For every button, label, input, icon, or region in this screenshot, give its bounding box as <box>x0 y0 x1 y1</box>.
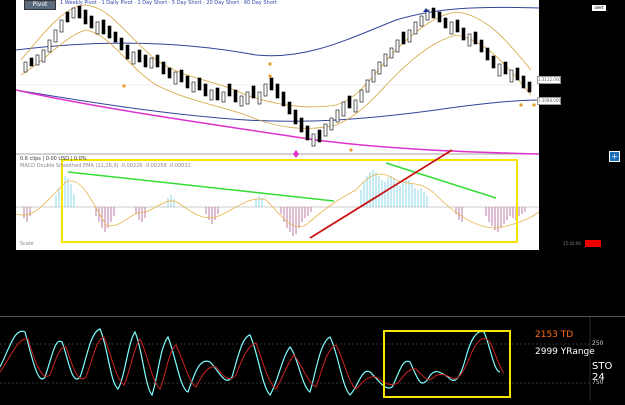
macd-signal-line <box>16 173 539 229</box>
price-tag-lower: 1.3098.000 <box>537 97 561 105</box>
level-lower-label: 750 <box>592 379 604 386</box>
stochastic-d-line <box>0 336 505 390</box>
magenta-moving-average <box>16 89 539 155</box>
price-panel[interactable] <box>16 0 539 250</box>
signal-dot <box>122 84 126 88</box>
level-upper-label: 250 <box>592 340 604 347</box>
red-price-marker <box>585 240 601 247</box>
yrange-label: 2999 YRange <box>535 347 595 357</box>
stochastic-k-line <box>0 328 501 397</box>
blue-band-upper <box>16 6 539 57</box>
price-chart-svg <box>16 4 539 243</box>
price-axis[interactable] <box>539 0 625 250</box>
signal-dot <box>268 62 272 66</box>
stochastic-svg <box>0 317 591 401</box>
price-chart-window: Pivot 1 Weekly Pivot · 1 Daily Pivot · 1… <box>0 0 625 250</box>
red-trendline <box>309 149 453 239</box>
td-label: 2153 TD <box>535 330 574 340</box>
time-label: 15:42:00 <box>563 241 581 246</box>
signal-dot <box>519 103 523 107</box>
signal-dot <box>532 103 536 107</box>
macd-histogram <box>23 170 526 236</box>
gold-envelope-lower <box>20 29 532 129</box>
signal-dot <box>268 74 272 78</box>
price-tag-upper: 1.3112.000 <box>537 76 561 84</box>
expand-icon[interactable]: + <box>609 151 620 162</box>
stochastic-panel[interactable] <box>0 316 625 401</box>
green-trendline-1 <box>67 171 335 202</box>
scale-label: Scale <box>20 241 34 247</box>
signal-dot <box>349 148 353 152</box>
pivot-button[interactable]: Pivot <box>24 0 56 10</box>
diamond-marker <box>293 150 299 158</box>
alert-badge[interactable]: alert <box>592 5 606 11</box>
indicator-legend: MACD Double Smoothed EMA (11,26,9) -0.00… <box>20 163 191 169</box>
macd-highlight-box <box>61 159 518 243</box>
indicator-legend-top: 1 Weekly Pivot · 1 Daily Pivot · 1 Day S… <box>60 0 277 6</box>
indicator-clips-label: 0.6 clips | 0.00 USD | 0.0% <box>20 156 87 162</box>
empty-space <box>0 250 625 316</box>
